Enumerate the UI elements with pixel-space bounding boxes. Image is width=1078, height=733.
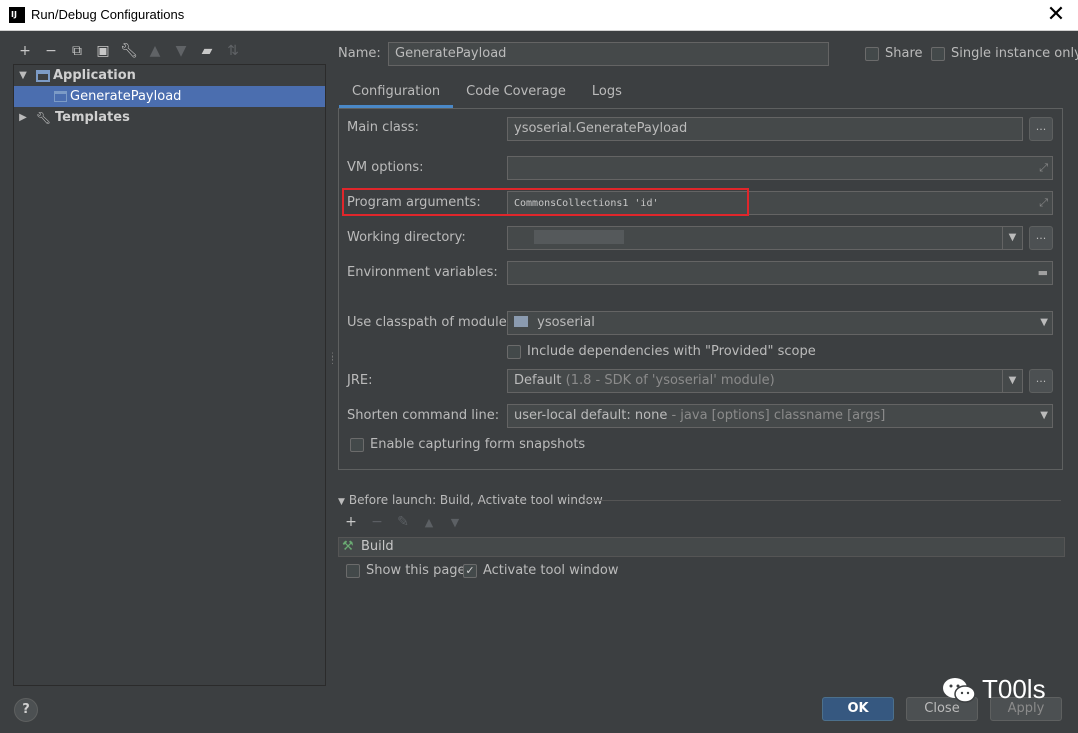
share-label: Share — [885, 46, 923, 61]
jre-label: JRE: — [347, 373, 373, 388]
move-down-icon[interactable]: ▼ — [445, 516, 465, 529]
divider — [583, 500, 1061, 501]
show-page-checkbox[interactable] — [346, 564, 360, 578]
single-instance-checkbox[interactable] — [931, 47, 945, 61]
collapse-arrow-icon[interactable]: ▼ — [338, 497, 345, 507]
title-bar: IJ Run/Debug Configurations ✕ — [0, 0, 1078, 31]
before-launch-list: ⚒ Build — [338, 537, 1065, 557]
list-item-label: Build — [361, 539, 394, 554]
list-item[interactable]: ⚒ Build — [339, 538, 1064, 556]
expand-arrow-icon[interactable]: ▼ — [16, 70, 30, 81]
expand-icon[interactable]: ⤢ — [1039, 161, 1048, 175]
environment-variables-input[interactable]: ▬ — [507, 261, 1053, 285]
chevron-down-icon[interactable]: ▼ — [1002, 227, 1022, 249]
wrench-icon: 🔧︎ — [36, 110, 52, 125]
include-dependencies-label: Include dependencies with "Provided" sco… — [527, 344, 816, 359]
chevron-down-icon[interactable]: ▼ — [1002, 370, 1022, 392]
collapse-arrow-icon[interactable]: ▶ — [16, 112, 30, 123]
jre-select[interactable]: Default (1.8 - SDK of 'ysoserial' module… — [507, 369, 1023, 393]
jre-value: Default — [514, 373, 562, 388]
working-directory-label: Working directory: — [347, 230, 466, 245]
redacted-path — [534, 230, 624, 244]
activate-tool-window-label: Activate tool window — [483, 563, 619, 578]
chevron-down-icon[interactable]: ▼ — [1040, 405, 1048, 427]
watermark-text: T00ls — [982, 674, 1046, 704]
splitter-handle[interactable]: ⋮ ⋮ — [328, 353, 337, 366]
jre-browse-button[interactable]: ... — [1029, 369, 1053, 393]
ok-button[interactable]: OK — [822, 697, 894, 721]
hammer-icon: ⚒ — [342, 539, 354, 554]
tree-label: Application — [53, 68, 136, 83]
before-launch-toolbar: + − ✎ ▲ ▼ — [341, 514, 465, 530]
move-up-icon[interactable]: ▲ — [419, 516, 439, 529]
wechat-logo-icon — [943, 678, 976, 703]
tree-node-application[interactable]: ▼ Application — [14, 65, 325, 86]
tab-code-coverage[interactable]: Code Coverage — [453, 82, 579, 108]
tab-logs[interactable]: Logs — [579, 82, 635, 108]
single-instance-label: Single instance only — [951, 46, 1078, 61]
classpath-module-value: ysoserial — [537, 315, 595, 330]
shorten-detail: - java [options] classname [args] — [671, 408, 886, 423]
before-launch-header[interactable]: ▼ Before launch: Build, Activate tool win… — [338, 493, 603, 507]
tree-node-generatepayload[interactable]: GeneratePayload — [14, 86, 325, 107]
move-down-icon[interactable]: ▼ — [170, 41, 192, 61]
name-input[interactable]: GeneratePayload — [388, 42, 829, 66]
form-snapshots-label: Enable capturing form snapshots — [370, 437, 586, 452]
config-tree: ▼ Application GeneratePayload ▶ 🔧︎ Templ… — [13, 64, 326, 686]
environment-variables-label: Environment variables: — [347, 265, 498, 280]
run-config-icon — [54, 91, 67, 102]
application-icon — [36, 69, 50, 82]
tree-label: Templates — [55, 110, 130, 125]
before-launch-title: Before launch: Build, Activate tool wind… — [348, 493, 603, 507]
vm-options-input[interactable]: ⤢ — [507, 156, 1053, 180]
chevron-down-icon[interactable]: ▼ — [1040, 312, 1048, 334]
add-icon[interactable]: + — [14, 41, 36, 61]
highlight-annotation-box — [342, 188, 749, 216]
activate-tool-window-checkbox[interactable]: ✓ — [463, 564, 477, 578]
save-icon[interactable]: ▣ — [92, 41, 114, 61]
vm-options-label: VM options: — [347, 160, 424, 175]
include-dependencies-checkbox[interactable] — [507, 345, 521, 359]
share-checkbox[interactable] — [865, 47, 879, 61]
folder-icon[interactable]: ▰ — [196, 41, 218, 61]
classpath-module-label: Use classpath of module: — [347, 315, 512, 330]
name-label: Name: — [338, 46, 381, 61]
module-folder-icon — [514, 316, 528, 327]
intellij-app-icon: IJ — [9, 7, 25, 23]
copy-icon[interactable]: ⧉ — [66, 41, 88, 61]
wrench-icon[interactable]: 🔧︎ — [118, 41, 140, 61]
config-tabs: Configuration Code Coverage Logs — [339, 82, 635, 108]
working-directory-input[interactable]: ▼ — [507, 226, 1023, 250]
remove-icon[interactable]: − — [40, 41, 62, 61]
move-up-icon[interactable]: ▲ — [144, 41, 166, 61]
add-icon[interactable]: + — [341, 514, 361, 530]
watermark: T00ls — [940, 672, 1070, 722]
tree-label: GeneratePayload — [70, 89, 182, 104]
main-class-input[interactable]: ysoserial.GeneratePayload — [507, 117, 1023, 141]
tree-node-templates[interactable]: ▶ 🔧︎ Templates — [14, 107, 325, 128]
config-toolbar: + − ⧉ ▣ 🔧︎ ▲ ▼ ▰ ⇅ — [14, 40, 244, 62]
shorten-command-label: Shorten command line: — [347, 408, 500, 423]
jre-detail: (1.8 - SDK of 'ysoserial' module) — [565, 373, 775, 388]
sort-icon[interactable]: ⇅ — [222, 41, 244, 61]
form-snapshots-checkbox[interactable] — [350, 438, 364, 452]
shorten-command-select[interactable]: user-local default: none - java [options… — [507, 404, 1053, 428]
remove-icon[interactable]: − — [367, 514, 387, 530]
classpath-module-select[interactable]: ysoserial ▼ — [507, 311, 1053, 335]
shorten-value: user-local default: none — [514, 408, 668, 423]
tab-configuration[interactable]: Configuration — [339, 82, 454, 108]
window-close-icon[interactable]: ✕ — [1044, 3, 1068, 27]
expand-icon[interactable]: ⤢ — [1039, 196, 1048, 210]
folder-icon[interactable]: ▬ — [1038, 266, 1048, 279]
help-button[interactable]: ? — [14, 698, 38, 722]
main-class-label: Main class: — [347, 120, 419, 135]
edit-icon[interactable]: ✎ — [393, 514, 413, 530]
window-title: Run/Debug Configurations — [31, 7, 185, 22]
working-directory-browse-button[interactable]: ... — [1029, 226, 1053, 250]
show-page-label: Show this page — [366, 563, 466, 578]
main-class-browse-button[interactable]: ... — [1029, 117, 1053, 141]
